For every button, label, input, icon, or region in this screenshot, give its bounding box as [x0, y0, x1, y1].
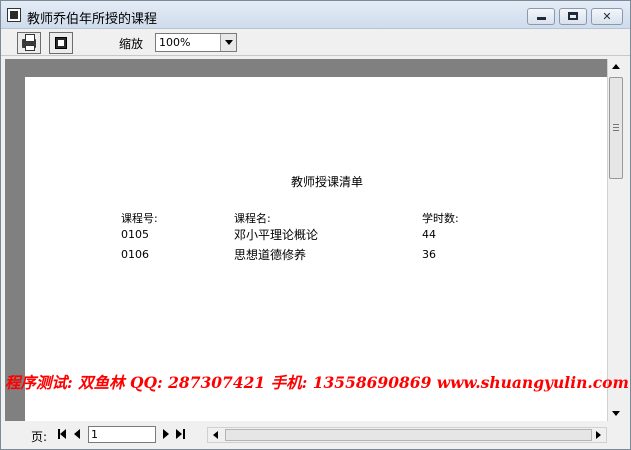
- header-course-hours: 学时数:: [422, 212, 459, 225]
- toolbar: 缩放 100%: [1, 30, 630, 56]
- page-label: 页:: [31, 430, 48, 444]
- minimize-icon: [536, 17, 546, 20]
- prev-page-icon[interactable]: [70, 427, 83, 441]
- row-2-course-hours: 36: [422, 248, 436, 261]
- maximize-button[interactable]: [559, 8, 587, 25]
- first-page-icon[interactable]: [56, 427, 69, 441]
- minimize-button[interactable]: [527, 8, 555, 25]
- chevron-down-icon[interactable]: [220, 34, 236, 51]
- horizontal-scrollbar[interactable]: [207, 427, 607, 443]
- report-title: 教师授课清单: [291, 175, 364, 189]
- close-icon: ✕: [602, 10, 612, 23]
- next-page-icon[interactable]: [160, 427, 173, 441]
- horizontal-scroll-thumb[interactable]: [225, 429, 592, 441]
- print-button[interactable]: [17, 32, 41, 54]
- report-viewport: 教师授课清单 课程号: 课程名: 学时数: 0105 邓小平理论概论 44 01…: [5, 59, 607, 421]
- scroll-down-icon[interactable]: [608, 405, 624, 421]
- app-icon: [7, 8, 21, 22]
- header-course-code: 课程号:: [121, 212, 158, 225]
- report-page: 教师授课清单 课程号: 课程名: 学时数: 0105 邓小平理论概论 44 01…: [25, 77, 607, 421]
- vertical-scrollbar[interactable]: [607, 59, 624, 421]
- row-1-course-code: 0105: [121, 228, 149, 241]
- vertical-scroll-thumb[interactable]: [609, 77, 623, 179]
- report-preview-window: 教师乔伯年所授的课程 ✕ 缩放 100% 教师授课清单 课程号: 课程名: 学时…: [0, 0, 631, 450]
- export-icon: [55, 37, 67, 49]
- export-button[interactable]: [49, 32, 73, 54]
- row-1-course-hours: 44: [422, 228, 436, 241]
- page-number-input[interactable]: 1: [88, 426, 156, 443]
- watermark-text: 程序测试: 双鱼林 QQ: 287307421 手机: 13558690869 …: [5, 373, 629, 392]
- window-title: 教师乔伯年所授的课程: [27, 12, 158, 27]
- row-2-course-code: 0106: [121, 248, 149, 261]
- zoom-select[interactable]: 100%: [155, 33, 237, 52]
- scroll-right-icon[interactable]: [590, 428, 606, 442]
- scroll-up-icon[interactable]: [608, 59, 624, 75]
- title-bar: 教师乔伯年所授的课程 ✕: [1, 1, 630, 29]
- print-icon: [22, 34, 36, 51]
- page-navigation-bar: 页: 1: [1, 422, 630, 448]
- scroll-left-icon[interactable]: [208, 428, 224, 442]
- close-button[interactable]: ✕: [591, 8, 623, 25]
- maximize-icon: [568, 12, 578, 20]
- row-2-course-name: 思想道德修养: [234, 248, 307, 262]
- zoom-value: 100%: [159, 36, 191, 49]
- row-1-course-name: 邓小平理论概论: [234, 228, 319, 242]
- zoom-label: 缩放: [119, 37, 144, 51]
- header-course-name: 课程名:: [234, 212, 271, 225]
- last-page-icon[interactable]: [174, 427, 187, 441]
